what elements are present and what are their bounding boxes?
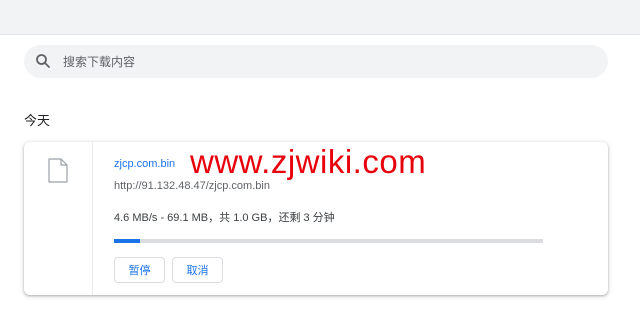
date-group-title: 今天 [24,113,51,128]
top-bar [0,0,640,35]
cancel-button[interactable]: 取消 [172,257,223,283]
pause-button[interactable]: 暂停 [114,257,165,283]
download-filename-link[interactable]: zjcp.com.bin [114,157,175,171]
watermark-text: www.zjwiki.com [190,143,427,180]
search-icon [35,53,51,69]
download-progress-fill [114,239,140,243]
download-progress-bar [114,239,543,243]
file-icon-column [24,142,93,295]
file-icon [48,158,68,183]
search-input[interactable]: 搜索下载内容 [63,54,135,70]
download-status-text: 4.6 MB/s - 69.1 MB，共 1.0 GB，还剩 3 分钟 [114,212,335,224]
search-bar[interactable]: 搜索下载内容 [24,45,608,78]
